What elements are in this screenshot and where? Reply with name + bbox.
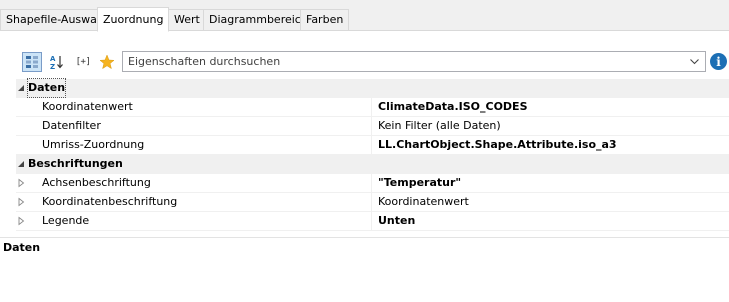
property-value[interactable]: Kein Filter (alle Daten) [378, 117, 501, 135]
property-value[interactable]: ClimateData.ISO_CODES [378, 98, 528, 116]
info-icon[interactable]: i [710, 53, 727, 70]
column-separator[interactable] [371, 193, 372, 212]
tab-diagrammbereich[interactable]: Diagrammbereich [203, 9, 313, 31]
property-name: Datenfilter [42, 119, 101, 132]
favorites-button[interactable] [98, 52, 116, 72]
property-row-legende[interactable]: Legende Unten [16, 212, 729, 231]
chevron-down-icon[interactable] [689, 56, 700, 67]
star-icon [99, 54, 115, 70]
tab-zuordnung[interactable]: Zuordnung [97, 7, 170, 32]
description-title: Daten [3, 241, 41, 254]
property-name: Koordinatenwert [42, 100, 133, 113]
column-separator[interactable] [371, 136, 372, 155]
expand-triangle-icon[interactable] [17, 197, 26, 207]
category-daten[interactable]: Daten [16, 78, 729, 98]
property-value[interactable]: Koordinatenwert [378, 193, 469, 211]
tab-strip: Shapefile-Auswahl Zuordnung Wert Diagram… [0, 7, 729, 32]
collapse-triangle-icon[interactable] [17, 83, 26, 93]
property-row-koordinatenbeschriftung[interactable]: Koordinatenbeschriftung Koordinatenwert [16, 193, 729, 212]
property-row-achsenbeschriftung[interactable]: Achsenbeschriftung "Temperatur" [16, 174, 729, 193]
tab-shapefile-auswahl[interactable]: Shapefile-Auswahl [0, 9, 112, 31]
property-search-input[interactable] [123, 52, 683, 71]
column-separator[interactable] [371, 212, 372, 231]
tab-farben[interactable]: Farben [300, 9, 350, 31]
category-beschriftungen[interactable]: Beschriftungen [16, 155, 729, 174]
property-toolbar: A Z [+] i [0, 51, 729, 73]
svg-text:Z: Z [50, 63, 55, 70]
expand-all-button[interactable]: [+] [71, 52, 95, 72]
expand-triangle-icon[interactable] [17, 216, 26, 226]
categorized-view-button[interactable] [22, 52, 42, 72]
categorized-icon [26, 56, 38, 68]
property-grid: Daten Koordinatenwert ClimateData.ISO_CO… [16, 78, 729, 231]
property-row-datenfilter[interactable]: Datenfilter Kein Filter (alle Daten) [16, 117, 729, 136]
property-value[interactable]: "Temperatur" [378, 174, 461, 192]
sort-az-icon: A Z [50, 55, 63, 70]
property-value[interactable]: Unten [378, 212, 415, 230]
property-row-umriss-zuordnung[interactable]: Umriss-Zuordnung LL.ChartObject.Shape.At… [16, 136, 729, 155]
expand-triangle-icon[interactable] [17, 178, 26, 188]
category-label: Daten [26, 78, 67, 98]
tab-panel: A Z [+] i Daten Koordinatenwe [0, 31, 729, 302]
property-value[interactable]: LL.ChartObject.Shape.Attribute.iso_a3 [378, 136, 617, 154]
tab-wert[interactable]: Wert [168, 9, 205, 31]
property-name: Achsenbeschriftung [42, 176, 151, 189]
column-separator[interactable] [371, 117, 372, 136]
category-label: Beschriftungen [28, 157, 123, 170]
collapse-triangle-icon[interactable] [17, 159, 26, 169]
property-name: Umriss-Zuordnung [42, 138, 145, 151]
property-row-koordinatenwert[interactable]: Koordinatenwert ClimateData.ISO_CODES [16, 98, 729, 117]
column-separator[interactable] [371, 174, 372, 193]
property-search-box[interactable] [122, 51, 706, 72]
alphabetical-sort-button[interactable]: A Z [48, 52, 66, 72]
svg-text:A: A [50, 55, 56, 63]
property-name: Koordinatenbeschriftung [42, 195, 178, 208]
description-pane: Daten [0, 237, 729, 297]
property-name: Legende [42, 214, 90, 227]
column-separator[interactable] [371, 98, 372, 117]
